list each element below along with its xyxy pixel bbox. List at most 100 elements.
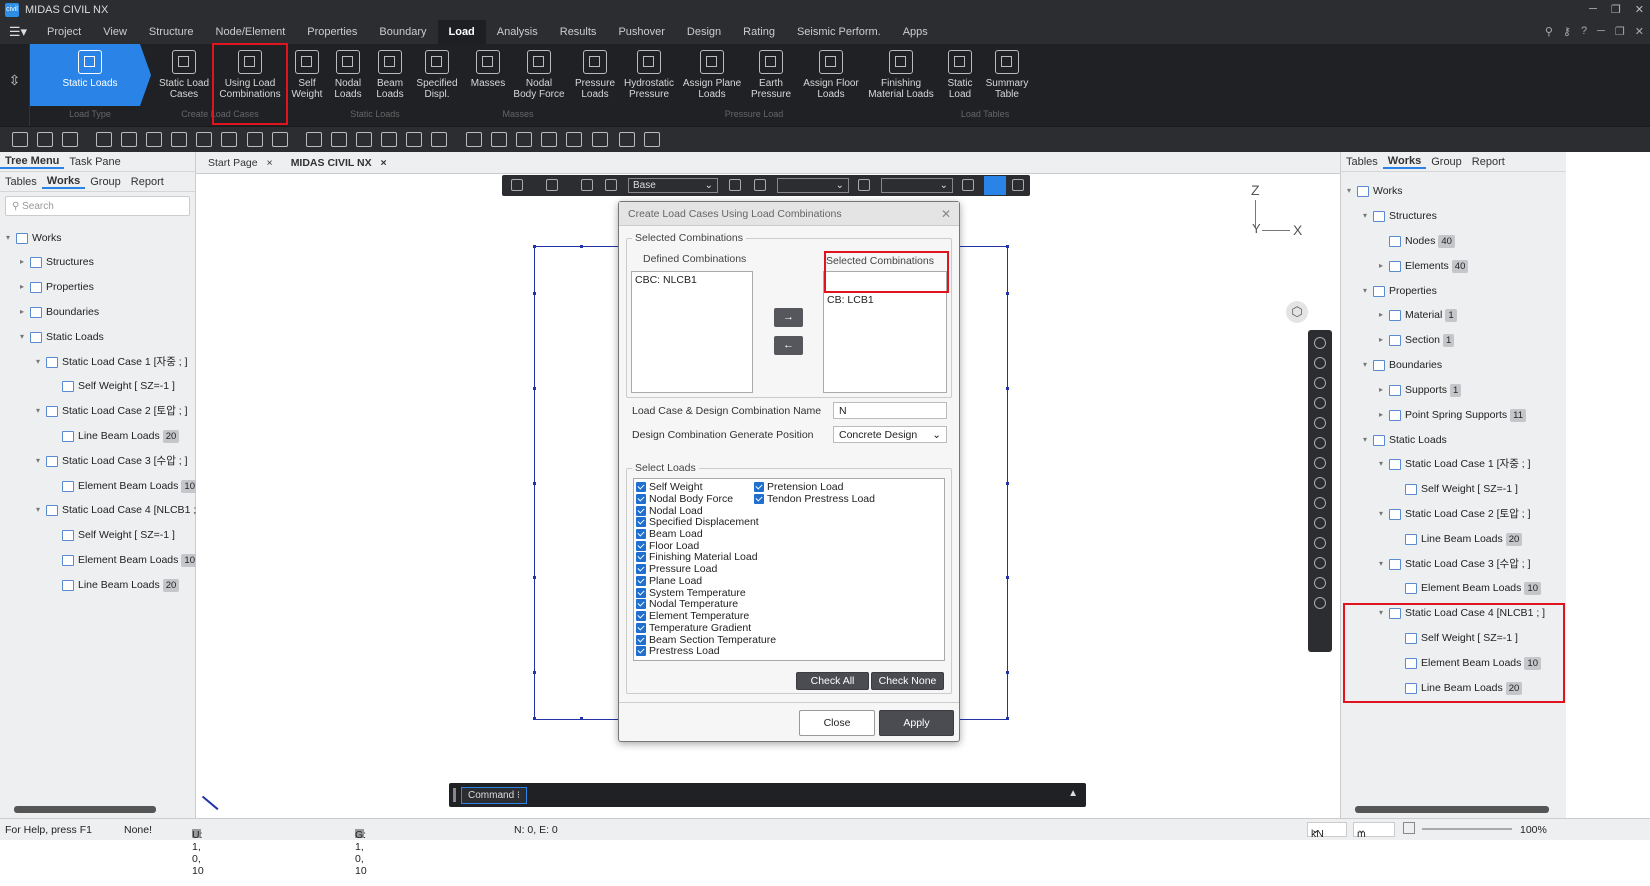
tree-item[interactable]: Nodes 40 xyxy=(1389,231,1455,251)
zoom-fit-icon[interactable] xyxy=(1314,337,1326,349)
lock-active-icon[interactable] xyxy=(984,176,1006,195)
unselect-icon[interactable] xyxy=(306,132,322,147)
close-icon[interactable]: ✕ xyxy=(1635,3,1644,16)
tree-item[interactable]: Self Weight [ SZ=-1 ] xyxy=(1405,479,1518,499)
select-volume-icon[interactable] xyxy=(221,132,237,147)
assign-plane-loads-button[interactable]: Assign Plane Loads xyxy=(681,50,743,108)
self-weight-button[interactable]: Self Weight xyxy=(288,50,326,108)
base-select[interactable]: Base ⌄ xyxy=(628,178,718,193)
load-checkbox[interactable]: Beam Load xyxy=(636,528,703,540)
snap-node-icon[interactable] xyxy=(566,132,582,147)
right-tab-tables[interactable]: Tables xyxy=(1341,156,1383,168)
menu-design[interactable]: Design xyxy=(676,20,732,44)
force-unit-select[interactable]: kN ⌄ xyxy=(1307,822,1347,840)
zoom-out-icon[interactable] xyxy=(1314,377,1326,389)
load-checkbox[interactable]: Nodal Body Force xyxy=(636,493,733,505)
menu-apps[interactable]: Apps xyxy=(892,20,939,44)
static-load-cases-button[interactable]: Static Load Cases xyxy=(155,50,213,108)
tree-item[interactable]: ▾ Static Load Case 1 [자중 ; ] xyxy=(1379,454,1531,474)
search-view-icon[interactable] xyxy=(962,179,974,191)
tab-start-page[interactable]: Start Page × xyxy=(196,157,279,169)
tree-item[interactable]: ▾ Static Load Case 3 [수압 ; ] xyxy=(1379,554,1531,574)
view-front-icon[interactable] xyxy=(1314,537,1326,549)
load-checkbox[interactable]: Pressure Load xyxy=(636,563,717,575)
pan-icon[interactable] xyxy=(1314,457,1326,469)
tree-item[interactable]: ▾ Static Load Case 3 [수압 ; ] xyxy=(36,451,188,471)
zoom-previous-icon[interactable] xyxy=(1314,417,1326,429)
tree-item[interactable]: Self Weight [ SZ=-1 ] xyxy=(62,525,175,545)
tree-item[interactable]: ▾ Static Load Case 2 [토압 ; ] xyxy=(1379,504,1531,524)
rotate-icon[interactable] xyxy=(1314,477,1326,489)
tree-item[interactable]: ▾ Static Load Case 1 [자중 ; ] xyxy=(36,352,188,372)
tree-item[interactable]: ▾ Boundaries xyxy=(1363,355,1442,375)
menu-analysis[interactable]: Analysis xyxy=(486,20,549,44)
menu-rating[interactable]: Rating xyxy=(732,20,786,44)
filter-icon[interactable] xyxy=(729,179,741,191)
right-tab-works[interactable]: Works xyxy=(1382,155,1427,169)
select-previous-icon[interactable] xyxy=(247,132,263,147)
key-icon[interactable]: ⚷ xyxy=(1563,25,1571,38)
zoom-window-icon[interactable] xyxy=(1314,397,1326,409)
unselect-plane-icon[interactable] xyxy=(406,132,422,147)
grid-icon[interactable] xyxy=(466,132,482,147)
help-icon[interactable]: ? xyxy=(1581,25,1587,38)
tree-item[interactable]: ▾ Static Load Case 2 [토압 ; ] xyxy=(36,401,188,421)
length-unit-select[interactable]: m ⌄ xyxy=(1353,822,1395,840)
unselect-intersect-icon[interactable] xyxy=(381,132,397,147)
assign-floor-loads-button[interactable]: Assign Floor Loads xyxy=(800,50,862,108)
snap-icon[interactable] xyxy=(541,132,557,147)
masses-button[interactable]: Masses xyxy=(468,50,508,108)
zoom-dynamic-icon[interactable] xyxy=(1314,437,1326,449)
tree-item[interactable]: ▾ Properties xyxy=(1363,281,1437,301)
command-expand-icon[interactable]: ▲ xyxy=(1068,788,1078,799)
tab-group[interactable]: Group xyxy=(85,176,126,188)
tree-item[interactable]: ▾ Static Loads xyxy=(20,327,104,347)
pin-icon[interactable]: ⇳ xyxy=(0,44,30,126)
pressure-loads-button[interactable]: Pressure Loads xyxy=(572,50,618,108)
load-checkbox[interactable]: Element Temperature xyxy=(636,610,749,622)
select-intersect-icon[interactable] xyxy=(171,132,187,147)
select-icon[interactable] xyxy=(96,132,112,147)
tree-item[interactable]: Element Beam Loads 10 xyxy=(62,550,198,570)
tree-item[interactable]: ▸ Material 1 xyxy=(1379,305,1457,325)
tree-item[interactable]: ▾ Works xyxy=(1347,181,1403,201)
nodal-body-force-button[interactable]: Nodal Body Force xyxy=(510,50,568,108)
load-checkbox[interactable]: Self Weight xyxy=(636,481,703,493)
search-icon[interactable]: ⚲ xyxy=(1545,25,1553,38)
tree-item[interactable]: ▸ Properties xyxy=(20,277,94,297)
apply-button[interactable]: Apply xyxy=(879,710,954,736)
new-file-icon[interactable] xyxy=(12,132,28,147)
tab-tables[interactable]: Tables xyxy=(0,176,42,188)
menu-seismic-perform[interactable]: Seismic Perform. xyxy=(786,20,892,44)
defined-combinations-list[interactable]: CBC: NLCB1 xyxy=(631,271,753,393)
tree-item[interactable]: ▸ Section 1 xyxy=(1379,330,1455,350)
load-checkbox[interactable]: Finishing Material Load xyxy=(636,551,758,563)
select-window-icon[interactable] xyxy=(121,132,137,147)
snap-grid-icon[interactable] xyxy=(592,132,608,147)
nodal-loads-button[interactable]: Nodal Loads xyxy=(330,50,366,108)
load-case-select[interactable]: ⌄ xyxy=(777,178,849,193)
view-cube-icon[interactable]: ⬡ xyxy=(1286,301,1308,323)
view-right-icon[interactable] xyxy=(1314,597,1326,609)
menu-project[interactable]: Project xyxy=(36,20,92,44)
load-checkbox[interactable]: Pretension Load xyxy=(754,481,843,493)
name-input[interactable]: N xyxy=(833,402,947,419)
menu-results[interactable]: Results xyxy=(549,20,608,44)
earth-pressure-button[interactable]: Earth Pressure xyxy=(746,50,796,108)
rotate-x-icon[interactable] xyxy=(1314,497,1326,509)
lock-icon[interactable] xyxy=(1012,179,1024,191)
view-top-icon[interactable] xyxy=(1314,557,1326,569)
select-all-icon[interactable] xyxy=(272,132,288,147)
tree-item[interactable]: Line Beam Loads 20 xyxy=(1405,529,1523,549)
view-iso-icon[interactable] xyxy=(1314,577,1326,589)
position-select[interactable]: Concrete Design ⌄ xyxy=(833,426,947,443)
left-scrollbar[interactable] xyxy=(14,806,156,813)
view-option-icon[interactable] xyxy=(581,179,593,191)
close-button[interactable]: Close xyxy=(799,710,875,736)
unselect-polygon-icon[interactable] xyxy=(356,132,372,147)
tree-item[interactable]: ▸ Supports 1 xyxy=(1379,380,1462,400)
hamburger-menu-icon[interactable]: ☰▾ xyxy=(0,24,36,40)
add-combination-button[interactable]: → xyxy=(774,308,803,327)
menu-boundary[interactable]: Boundary xyxy=(368,20,437,44)
tree-item[interactable]: ▸ Structures xyxy=(20,252,94,272)
